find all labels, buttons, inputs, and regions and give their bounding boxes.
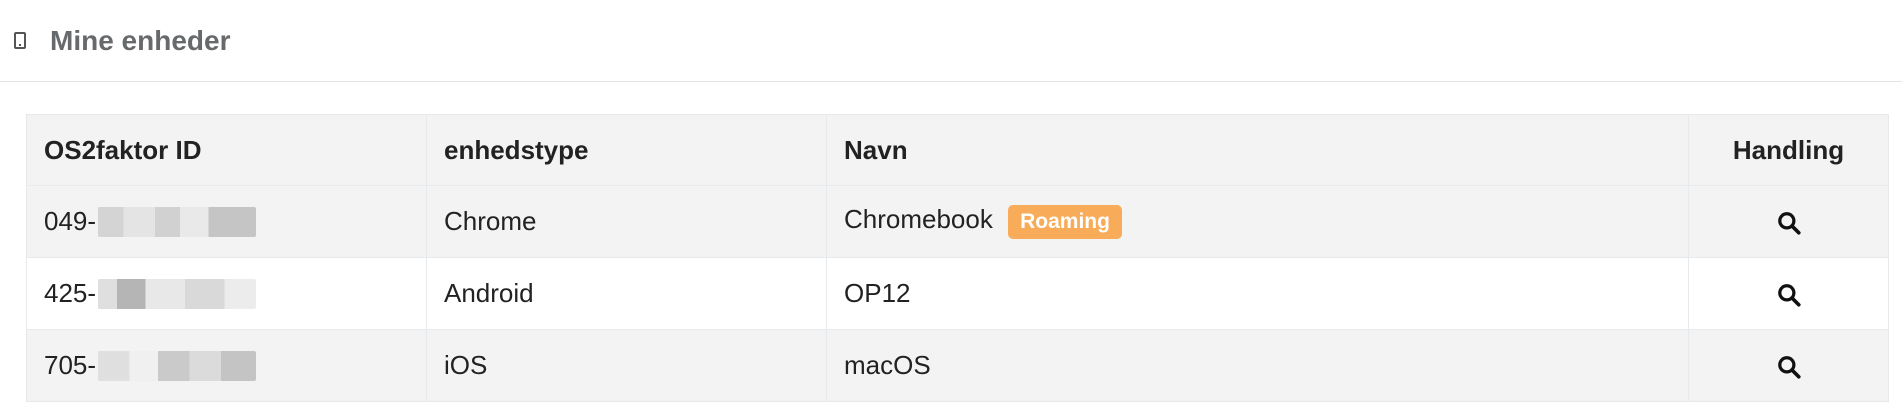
device-type-cell: Chrome <box>426 185 827 258</box>
redacted-id <box>98 278 257 309</box>
device-name: Chromebook <box>844 204 993 235</box>
device-name-cell: macOS <box>826 329 1689 402</box>
action-cell <box>1688 185 1889 258</box>
devices-table: OS2faktor ID enhedstype Navn Handling 04… <box>26 114 1889 402</box>
mobile-phone-icon <box>14 32 26 49</box>
search-icon[interactable] <box>1776 282 1802 308</box>
device-name: OP12 <box>844 278 911 308</box>
page-title: Mine enheder <box>50 24 231 56</box>
column-header-name[interactable]: Navn <box>826 114 1689 186</box>
device-id-cell: 705- <box>26 329 427 402</box>
roaming-badge: Roaming <box>1008 204 1122 239</box>
device-name: macOS <box>844 350 931 380</box>
column-header-type[interactable]: enhedstype <box>426 114 827 186</box>
search-icon[interactable] <box>1776 210 1802 236</box>
device-id-prefix: 049- <box>44 206 97 236</box>
action-cell <box>1688 257 1889 330</box>
table-header-row: OS2faktor ID enhedstype Navn Handling <box>26 114 1889 186</box>
column-header-action: Handling <box>1688 114 1889 186</box>
table-row: 425- Android OP12 <box>26 257 1889 330</box>
device-id-cell: 425- <box>26 257 427 330</box>
device-type-cell: iOS <box>426 329 827 402</box>
device-name-cell: OP12 <box>826 257 1689 330</box>
table-row: 049- Chrome Chromebook Roaming <box>26 185 1889 258</box>
device-id-prefix: 705- <box>44 350 97 380</box>
column-header-id[interactable]: OS2faktor ID <box>26 114 427 186</box>
device-id-cell: 049- <box>26 185 427 258</box>
redacted-id <box>98 206 257 237</box>
device-type-cell: Android <box>426 257 827 330</box>
redacted-id <box>98 350 257 381</box>
device-id-prefix: 425- <box>44 278 97 308</box>
devices-table-container: OS2faktor ID enhedstype Navn Handling 04… <box>26 114 1889 402</box>
page-header: Mine enheder <box>0 0 1902 82</box>
action-cell <box>1688 329 1889 402</box>
table-row: 705- iOS macOS <box>26 329 1889 402</box>
device-name-cell: Chromebook Roaming <box>826 185 1689 258</box>
search-icon[interactable] <box>1776 354 1802 380</box>
